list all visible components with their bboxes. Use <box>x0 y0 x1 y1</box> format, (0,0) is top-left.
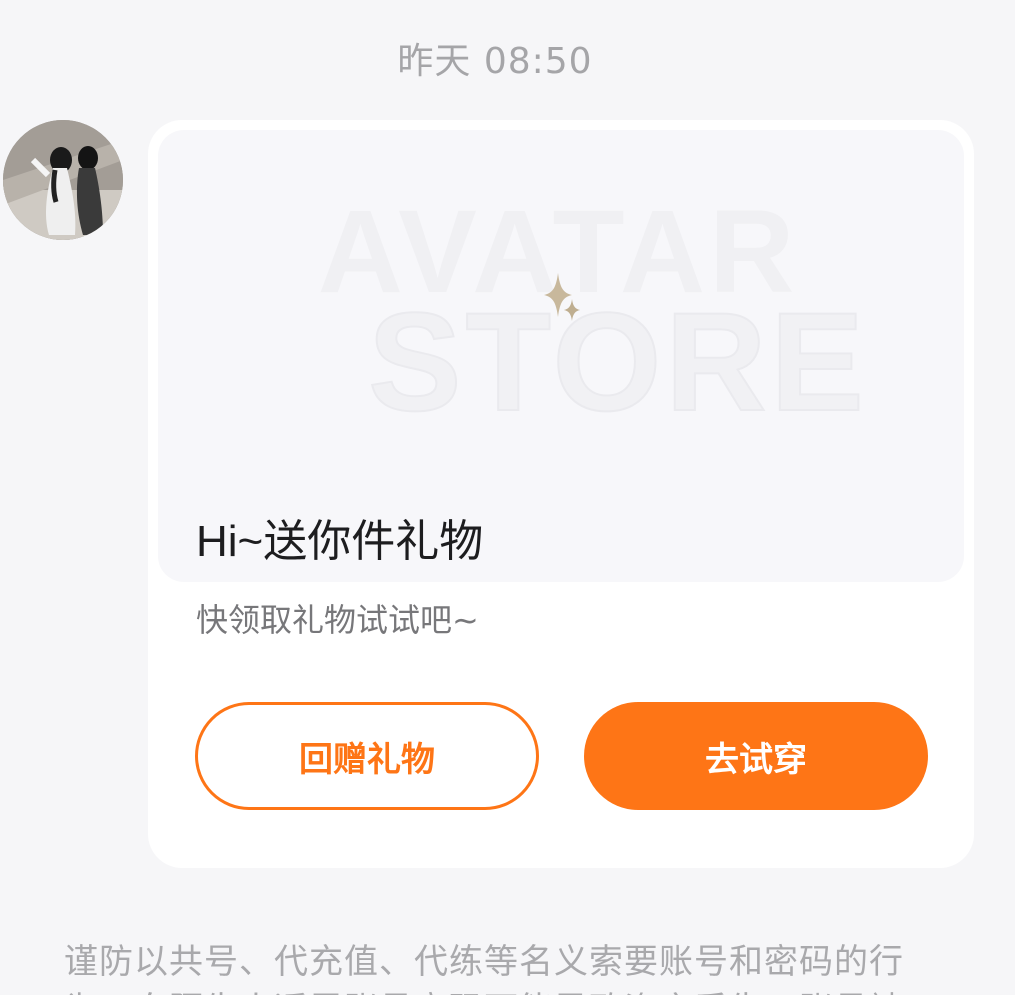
security-notice: 谨防以共号、代充值、代练等名义索要账号和密码的行为，向陌生人透露账号密码可能导致… <box>64 942 904 995</box>
try-on-button[interactable]: 去试穿 <box>584 702 928 810</box>
sender-avatar[interactable] <box>3 120 123 240</box>
gift-card-subtitle: 快领取礼物试试吧~ <box>196 601 479 639</box>
message-timestamp: 昨天 08:50 <box>397 41 593 82</box>
gift-message-card[interactable]: AVATAR STORE Hi~送你件礼物 快领取礼物试试吧~ 回赠礼物 去试穿 <box>148 120 974 868</box>
banner-store-text: STORE <box>368 283 868 440</box>
chat-screen: 昨天 08:50 AVATAR STORE Hi~送你件礼物 快领取礼物试试吧~… <box>0 0 1015 995</box>
return-gift-button[interactable]: 回赠礼物 <box>195 702 539 810</box>
avatar-photo-icon <box>3 120 123 240</box>
gift-card-title: Hi~送你件礼物 <box>196 517 484 566</box>
